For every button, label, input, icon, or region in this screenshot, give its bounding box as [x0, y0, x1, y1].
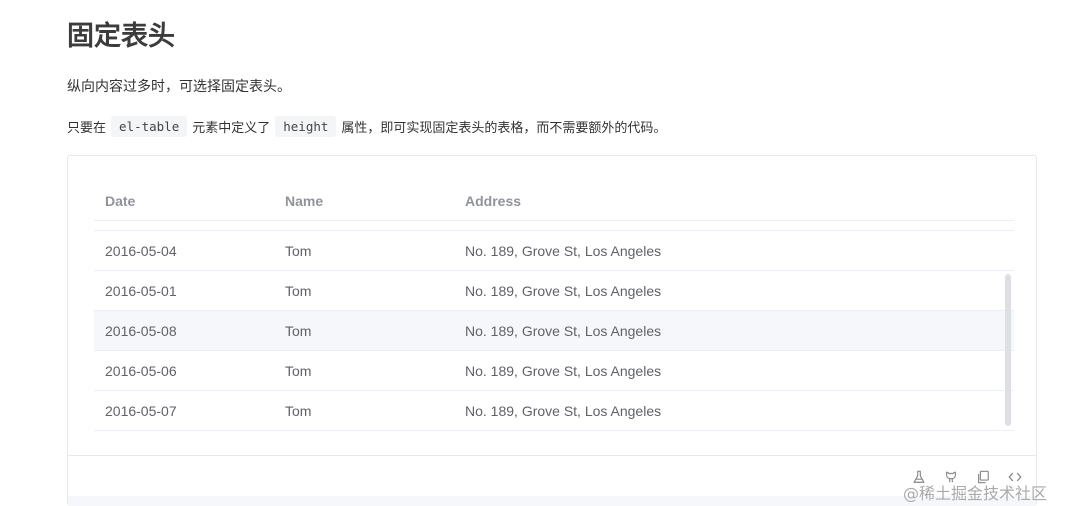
cell-date: 2016-05-06: [105, 362, 177, 379]
desc-text-2: 元素中定义了: [192, 121, 271, 136]
cell-date: 2016-05-04: [105, 242, 177, 259]
description-text: 纵向内容过多时，可选择固定表头。: [67, 79, 291, 95]
cell-address: No. 189, Grove St, Los Angeles: [465, 282, 662, 299]
desc-text-3: 属性，即可实现固定表头的表格，而不需要额外的代码。: [341, 121, 667, 136]
demo-divider: [68, 455, 1036, 456]
cell-date: 2016-05-01: [105, 282, 177, 299]
cell-name: Tom: [285, 242, 312, 259]
cell-name: Tom: [285, 282, 312, 299]
code-el-table: el-table: [111, 116, 188, 137]
table-row[interactable]: 2016-05-07 Tom No. 189, Grove St, Los An…: [94, 391, 1014, 431]
cell-address: No. 189, Grove St, Los Angeles: [465, 402, 662, 419]
table-row[interactable]: 2016-05-08 Tom No. 189, Grove St, Los An…: [94, 311, 1014, 351]
cell-address: No. 189, Grove St, Los Angeles: [465, 242, 662, 259]
header-date[interactable]: Date: [105, 193, 135, 209]
code-height: height: [275, 116, 337, 137]
table-row[interactable]: 2016-05-04 Tom No. 189, Grove St, Los An…: [94, 231, 1014, 271]
fixed-header-table: Date Name Address 2016-05-04 Tom No. 189…: [94, 181, 1014, 431]
header-address[interactable]: Address: [465, 193, 521, 209]
cell-name: Tom: [285, 322, 312, 339]
header-gutter: [94, 221, 1014, 231]
table-body[interactable]: 2016-05-04 Tom No. 189, Grove St, Los An…: [94, 231, 1014, 431]
demo-expand-bar[interactable]: [68, 496, 1036, 506]
description-detail: 只要在 el-table 元素中定义了 height 属性，即可实现固定表头的表…: [67, 116, 666, 137]
table-row[interactable]: 2016-05-01 Tom No. 189, Grove St, Los An…: [94, 271, 1014, 311]
page-title: 固定表头: [67, 21, 175, 52]
cell-date: 2016-05-08: [105, 322, 177, 339]
cell-name: Tom: [285, 402, 312, 419]
cell-address: No. 189, Grove St, Los Angeles: [465, 322, 662, 339]
cell-address: No. 189, Grove St, Los Angeles: [465, 362, 662, 379]
header-name[interactable]: Name: [285, 193, 323, 209]
demo-block: Date Name Address 2016-05-04 Tom No. 189…: [67, 155, 1037, 506]
table-row[interactable]: 2016-05-06 Tom No. 189, Grove St, Los An…: [94, 351, 1014, 391]
table-header: Date Name Address: [94, 181, 1014, 221]
desc-text-1: 只要在: [67, 121, 107, 136]
cell-date: 2016-05-07: [105, 402, 177, 419]
watermark: @稀土掘金技术社区: [903, 484, 1048, 503]
table-scrollbar[interactable]: [1005, 274, 1011, 426]
cell-name: Tom: [285, 362, 312, 379]
